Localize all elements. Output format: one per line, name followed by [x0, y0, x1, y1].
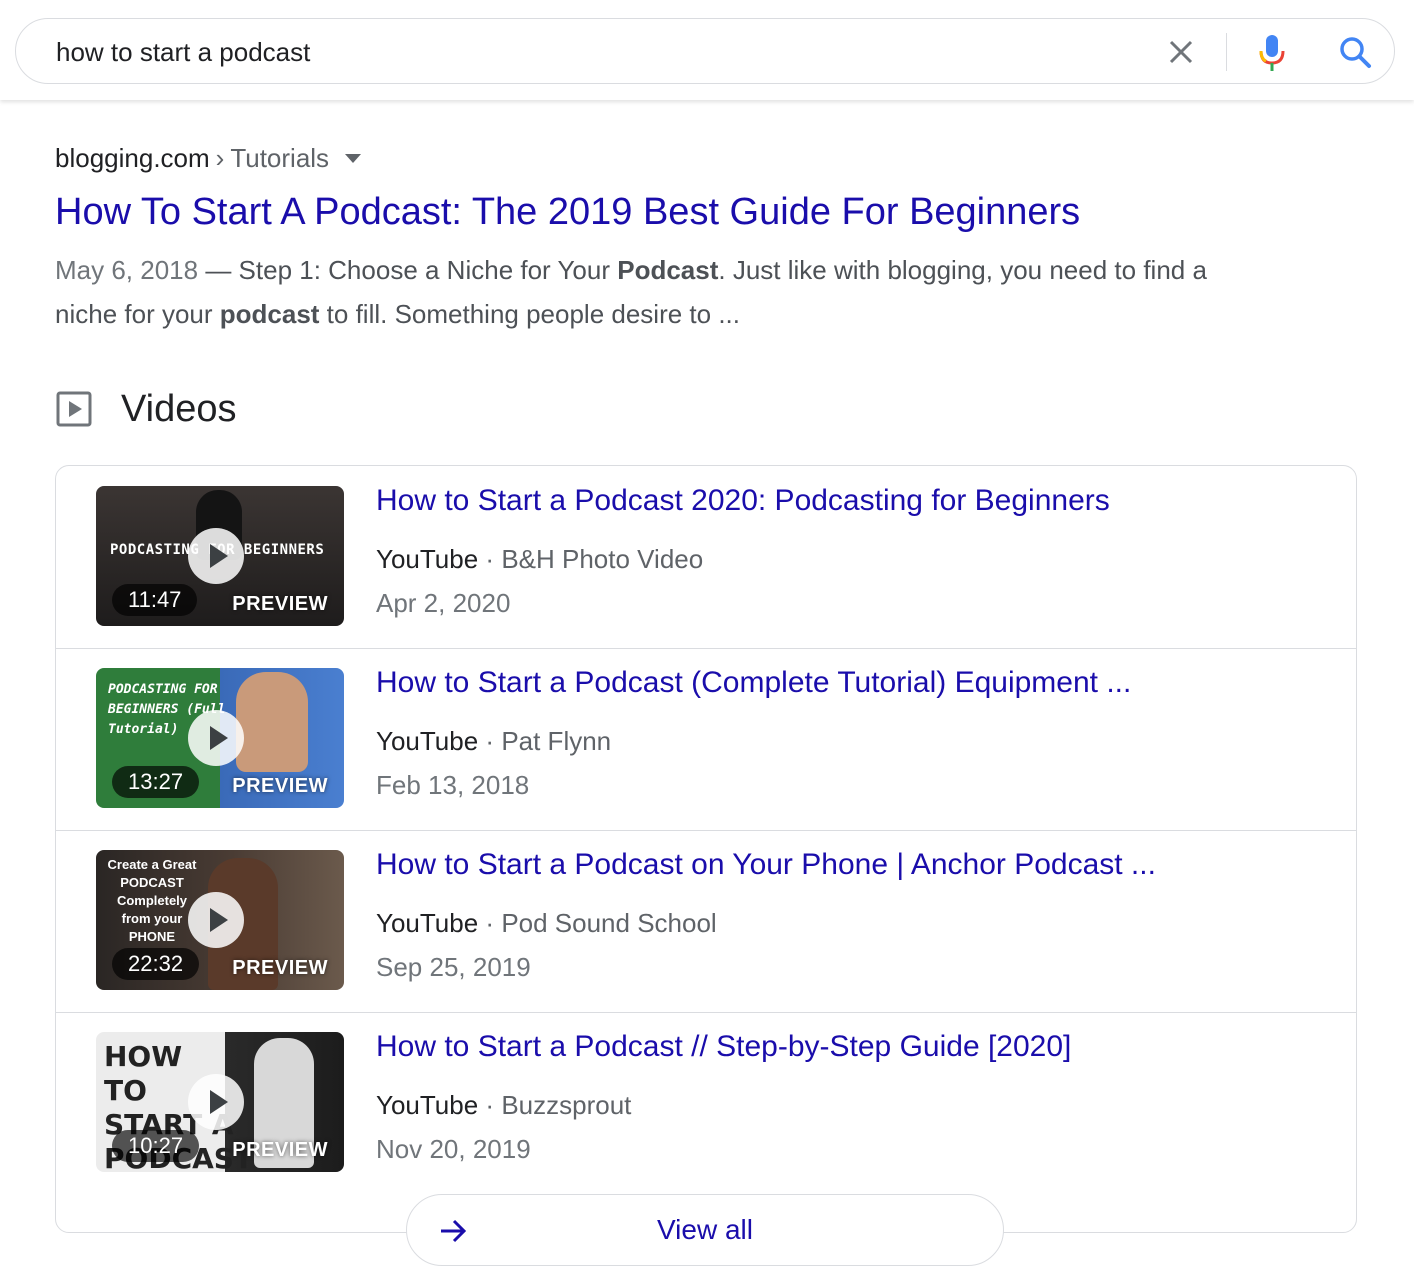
video-item[interactable]: PODCASTING FOR BEGINNERS 11:47 PREVIEW H…	[56, 466, 1356, 649]
snippet-highlight: Podcast	[617, 255, 719, 285]
play-button[interactable]	[188, 892, 244, 948]
video-channel: B&H Photo Video	[501, 544, 704, 574]
video-date: Sep 25, 2019	[376, 952, 531, 982]
microphone-icon	[1259, 35, 1285, 71]
result-snippet: May 6, 2018 — Step 1: Choose a Niche for…	[55, 248, 1275, 336]
video-title-link[interactable]: How to Start a Podcast (Complete Tutoria…	[376, 666, 1131, 700]
video-platform: YouTube	[376, 544, 479, 574]
video-item[interactable]: PODCASTING FOR BEGINNERS (Full Tutorial)…	[56, 648, 1356, 831]
close-icon	[1169, 40, 1193, 64]
preview-label: PREVIEW	[232, 1139, 328, 1161]
result-menu-dropdown-icon[interactable]	[345, 153, 362, 163]
result-path: Tutorials	[230, 143, 330, 173]
video-thumbnail[interactable]: PODCASTING FOR BEGINNERS 11:47 PREVIEW	[96, 486, 344, 626]
source-separator: ·	[485, 1090, 495, 1120]
source-separator: ·	[485, 908, 495, 938]
voice-search-button[interactable]	[1254, 31, 1290, 73]
search-header	[0, 0, 1414, 100]
search-input[interactable]	[56, 19, 1116, 85]
video-date: Feb 13, 2018	[376, 770, 530, 800]
play-button[interactable]	[188, 528, 244, 584]
video-thumbnail[interactable]: PODCASTING FOR BEGINNERS (Full Tutorial)…	[96, 668, 344, 808]
preview-label: PREVIEW	[232, 957, 328, 979]
video-thumbnail[interactable]: HOW TO START A PODCAST 10:27 PREVIEW	[96, 1032, 344, 1172]
video-item[interactable]: HOW TO START A PODCAST 10:27 PREVIEW How…	[56, 1012, 1356, 1194]
play-icon	[210, 908, 228, 932]
result-date: May 6, 2018	[55, 255, 199, 285]
play-button[interactable]	[188, 1074, 244, 1130]
video-source: YouTube · Buzzsprout	[376, 1090, 631, 1121]
video-title-link[interactable]: How to Start a Podcast // Step-by-Step G…	[376, 1030, 1071, 1064]
video-date: Nov 20, 2019	[376, 1134, 531, 1164]
video-duration: 13:27	[112, 766, 200, 798]
video-platform: YouTube	[376, 1090, 479, 1120]
video-source: YouTube · Pod Sound School	[376, 908, 717, 939]
video-title-link[interactable]: How to Start a Podcast 2020: Podcasting …	[376, 484, 1110, 518]
preview-label: PREVIEW	[232, 593, 328, 615]
search-button[interactable]	[1336, 33, 1376, 73]
video-thumbnail[interactable]: Create a Great PODCAST Completely from y…	[96, 850, 344, 990]
videos-section-header: Videos	[55, 384, 237, 434]
video-title-link[interactable]: How to Start a Podcast on Your Phone | A…	[376, 848, 1156, 882]
thumbnail-figure	[236, 672, 308, 772]
video-item[interactable]: Create a Great PODCAST Completely from y…	[56, 830, 1356, 1013]
play-icon	[210, 544, 228, 568]
breadcrumb-separator: ›	[215, 143, 225, 173]
videos-title: Videos	[121, 387, 237, 430]
source-separator: ·	[485, 726, 495, 756]
snippet-text: to fill. Something people desire to ...	[319, 299, 741, 329]
video-channel: Buzzsprout	[501, 1090, 632, 1120]
videos-card: PODCASTING FOR BEGINNERS 11:47 PREVIEW H…	[55, 465, 1357, 1233]
video-duration: 22:32	[112, 948, 200, 980]
play-icon	[210, 726, 228, 750]
video-source: YouTube · B&H Photo Video	[376, 544, 703, 575]
video-channel: Pod Sound School	[501, 908, 717, 938]
view-all-label: View all	[657, 1214, 753, 1245]
result-domain: blogging.com	[55, 143, 210, 173]
video-platform: YouTube	[376, 908, 479, 938]
video-duration: 10:27	[112, 1130, 200, 1162]
snippet-highlight: podcast	[219, 299, 320, 329]
result-title-link[interactable]: How To Start A Podcast: The 2019 Best Gu…	[55, 188, 1295, 236]
play-button[interactable]	[188, 710, 244, 766]
clear-search-button[interactable]	[1162, 35, 1200, 71]
video-channel: Pat Flynn	[501, 726, 612, 756]
search-icon	[1340, 37, 1371, 68]
search-divider	[1226, 33, 1227, 71]
video-duration: 11:47	[112, 584, 198, 616]
view-all-button[interactable]: View all	[406, 1194, 1004, 1266]
video-date: Apr 2, 2020	[376, 588, 511, 618]
search-box	[15, 18, 1395, 85]
preview-label: PREVIEW	[232, 775, 328, 797]
video-platform: YouTube	[376, 726, 479, 756]
thumbnail-caption: Create a Great PODCAST Completely from y…	[107, 857, 197, 944]
snippet-text: — Step 1: Choose a Niche for Your	[198, 255, 618, 285]
video-play-icon	[56, 391, 92, 427]
play-icon	[210, 1090, 228, 1114]
result-breadcrumb: blogging.com › Tutorials	[55, 138, 1295, 178]
source-separator: ·	[485, 544, 495, 574]
search-result: blogging.com › Tutorials How To Start A …	[55, 138, 1295, 336]
video-source: YouTube · Pat Flynn	[376, 726, 611, 757]
